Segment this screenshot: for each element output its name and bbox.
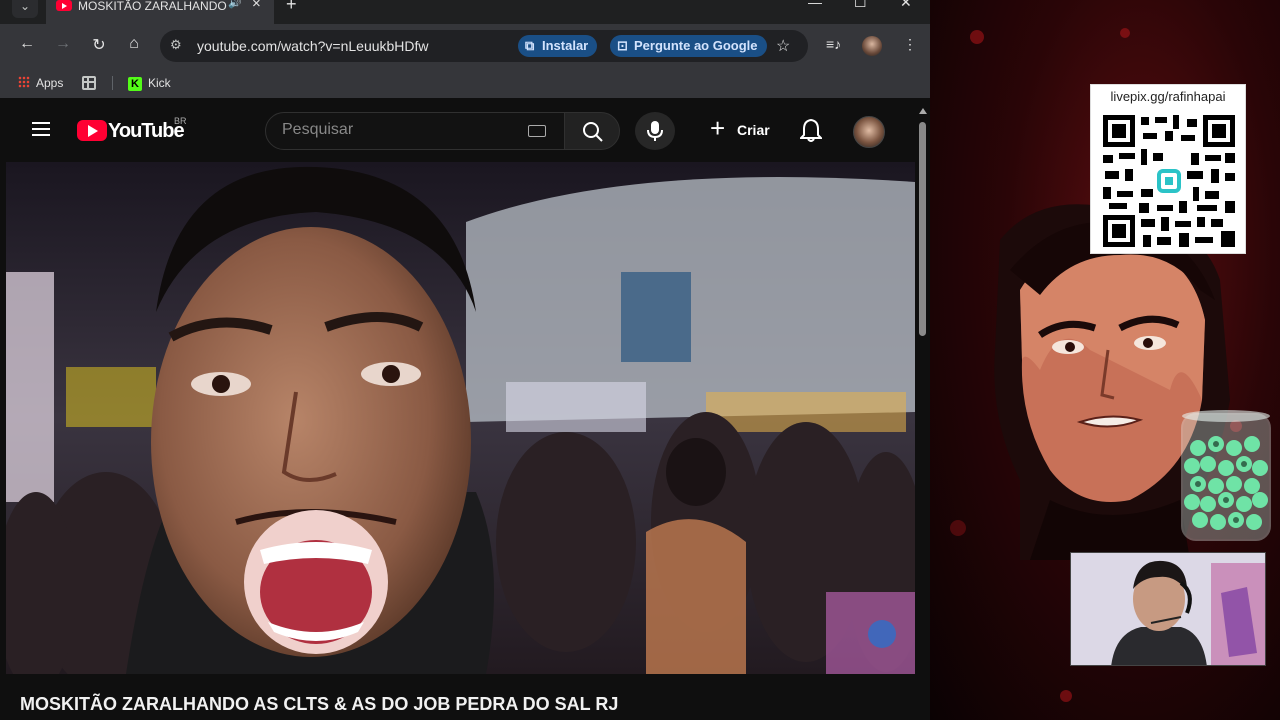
bookmarks-bar: Apps K Kick	[0, 68, 930, 98]
voice-search-button[interactable]	[635, 112, 675, 150]
minimize-button[interactable]: —	[808, 0, 822, 10]
close-window-button[interactable]: ✕	[900, 0, 912, 11]
google-lens-icon: ⊡	[617, 38, 628, 53]
address-bar[interactable]: ⚙ youtube.com/watch?v=nLeuukbHDfw ⧉ Inst…	[160, 30, 808, 62]
search-input[interactable]	[282, 121, 512, 139]
page-scrollbar[interactable]	[916, 106, 930, 720]
bookmark-apps-label: Apps	[36, 76, 64, 90]
tab-search-button[interactable]: ⌄	[12, 0, 38, 18]
browser-window: ⌄ MOSKITÃO ZARALHANDO AS CLTS & AS DO JO…	[0, 0, 930, 720]
coin-jar-overlay	[1181, 410, 1271, 541]
tab-youtube[interactable]: MOSKITÃO ZARALHANDO AS CLTS & AS DO JOB …	[46, 0, 274, 24]
microphone-icon	[647, 121, 663, 141]
tab-close-icon[interactable]: ×	[252, 0, 261, 12]
youtube-favicon-icon	[56, 0, 72, 11]
address-url[interactable]: youtube.com/watch?v=nLeuukbHDfw	[197, 38, 429, 54]
bookmark-kick[interactable]: K Kick	[128, 76, 171, 91]
install-icon: ⧉	[525, 38, 535, 53]
plus-icon: +	[710, 113, 726, 143]
browser-toolbar: ← → ↻ ⌂ ⚙ youtube.com/watch?v=nLeuukbHDf…	[0, 24, 930, 68]
tab-strip: ⌄ MOSKITÃO ZARALHANDO AS CLTS & AS DO JO…	[0, 0, 930, 24]
ask-google-label: Pergunte ao Google	[634, 38, 758, 53]
bookmarks-separator	[112, 76, 113, 90]
keyboard-icon[interactable]	[528, 125, 546, 137]
back-arrow-icon[interactable]: ←	[16, 35, 38, 53]
ask-google-chip[interactable]: ⊡ Pergunte ao Google	[610, 35, 767, 57]
notifications-bell-icon[interactable]	[800, 118, 822, 142]
install-label: Instalar	[542, 38, 589, 53]
livepix-qr-card: livepix.gg/rafinhapai	[1090, 84, 1246, 254]
region-code: BR	[174, 116, 187, 126]
site-info-icon[interactable]: ⚙	[170, 37, 186, 53]
qr-url-text: livepix.gg/rafinhapai	[1110, 89, 1226, 104]
apps-icon	[18, 76, 30, 88]
youtube-logo-icon[interactable]	[77, 120, 107, 141]
video-player[interactable]	[6, 162, 915, 674]
youtube-wordmark[interactable]: YouTube	[108, 120, 185, 143]
bookmark-kick-label: Kick	[148, 76, 171, 90]
video-title: MOSKITÃO ZARALHANDO AS CLTS & AS DO JOB …	[20, 694, 619, 714]
install-app-chip[interactable]: ⧉ Instalar	[518, 35, 598, 57]
reload-icon[interactable]: ↻	[88, 35, 110, 55]
speaker-icon[interactable]: 🔊	[228, 0, 242, 9]
youtube-page: YouTube BR + Criar	[0, 98, 916, 720]
browser-profile-avatar[interactable]	[862, 36, 882, 56]
create-label: Criar	[737, 122, 770, 138]
media-controls-icon[interactable]: ≡♪	[826, 36, 841, 52]
scroll-up-arrow-icon[interactable]	[919, 108, 927, 114]
kick-icon: K	[128, 77, 142, 91]
search-field[interactable]	[265, 112, 565, 150]
tab-groups-icon[interactable]	[82, 76, 96, 90]
search-icon	[583, 122, 603, 142]
new-tab-button[interactable]: +	[286, 0, 297, 15]
search-button[interactable]	[564, 112, 620, 150]
browser-menu-icon[interactable]: ⋮	[903, 36, 917, 53]
video-frame	[6, 162, 915, 674]
menu-hamburger-icon[interactable]	[32, 122, 50, 136]
qr-code-icon	[1101, 113, 1237, 249]
home-icon[interactable]: ⌂	[123, 35, 145, 53]
youtube-header: YouTube BR + Criar	[0, 98, 916, 162]
user-avatar[interactable]	[853, 116, 885, 148]
bookmark-apps[interactable]: Apps	[18, 76, 63, 90]
scroll-thumb[interactable]	[919, 122, 926, 336]
streamer-silhouette	[1071, 553, 1265, 665]
tab-title: MOSKITÃO ZARALHANDO AS CLTS & AS DO JOB …	[78, 0, 228, 13]
webcam-feed	[1070, 552, 1266, 666]
bookmark-star-icon[interactable]: ☆	[776, 36, 790, 56]
create-button[interactable]: + Criar	[700, 112, 782, 148]
forward-arrow-icon[interactable]: →	[52, 35, 74, 53]
maximize-button[interactable]: ☐	[854, 0, 867, 11]
